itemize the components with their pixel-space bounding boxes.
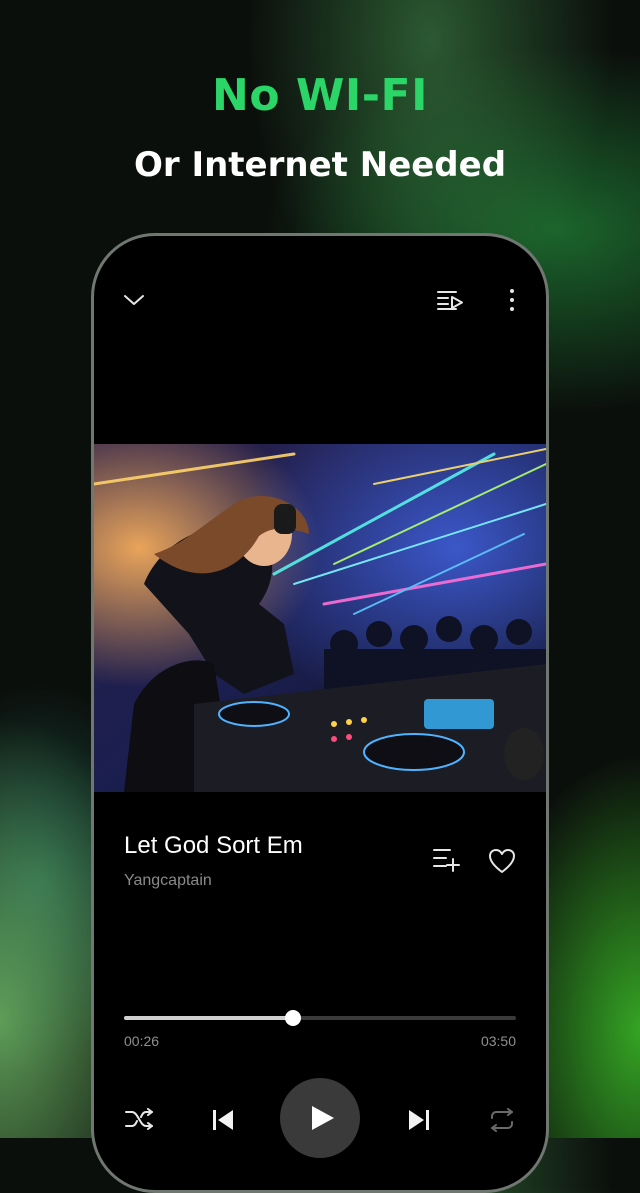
play-icon bbox=[308, 1104, 336, 1132]
album-artwork bbox=[94, 444, 546, 792]
headline: No WI-FI bbox=[212, 70, 428, 121]
song-title: Let God Sort Em bbox=[124, 832, 303, 859]
more-vertical-icon[interactable] bbox=[504, 288, 520, 312]
artist-name[interactable]: Yangcaptain bbox=[124, 872, 212, 890]
heart-icon[interactable] bbox=[488, 848, 516, 874]
skip-next-icon[interactable] bbox=[407, 1108, 431, 1132]
playlist-play-icon[interactable] bbox=[436, 288, 464, 312]
chevron-down-icon[interactable] bbox=[122, 288, 146, 312]
total-duration: 03:50 bbox=[480, 1033, 516, 1049]
subline: Or Internet Needed bbox=[133, 145, 507, 185]
progress-thumb[interactable] bbox=[284, 1010, 301, 1026]
playlist-add-icon[interactable] bbox=[432, 846, 460, 872]
shuffle-icon[interactable] bbox=[124, 1108, 154, 1130]
progress-fill bbox=[124, 1016, 293, 1020]
elapsed-time: 00:26 bbox=[124, 1033, 160, 1049]
skip-previous-icon[interactable] bbox=[211, 1108, 235, 1132]
phone-frame: Let God Sort Em Yangcaptain 00:26 03:50 bbox=[91, 233, 549, 1193]
repeat-icon[interactable] bbox=[488, 1108, 516, 1132]
play-button[interactable] bbox=[280, 1078, 360, 1158]
progress-bar[interactable] bbox=[124, 1010, 516, 1026]
